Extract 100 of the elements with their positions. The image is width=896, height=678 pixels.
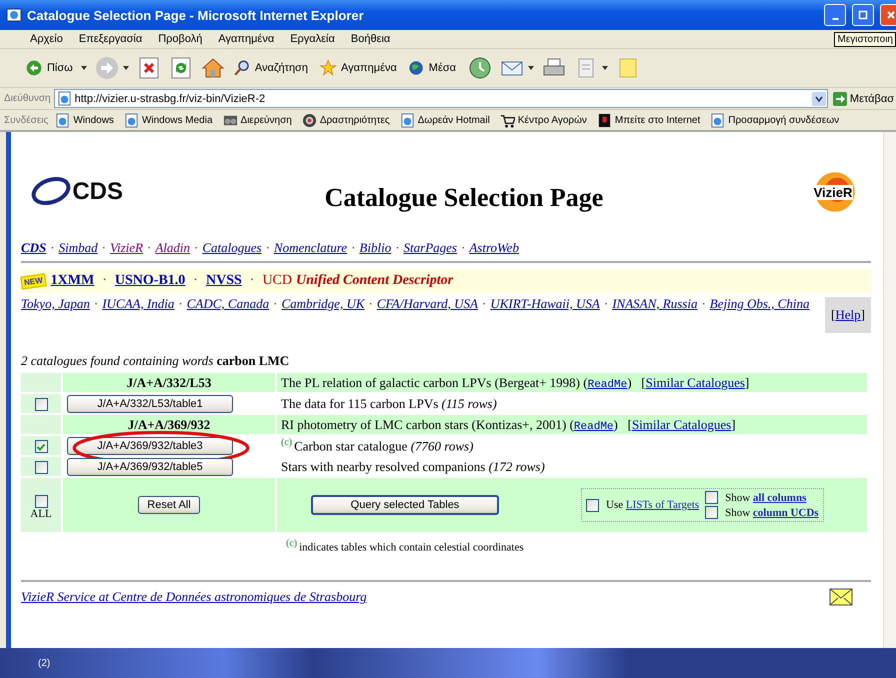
link-item[interactable]: Προσαρμογή συνδέσεων: [707, 112, 842, 128]
similar-link[interactable]: Similar Catalogues: [632, 416, 732, 432]
checkbox[interactable]: [705, 506, 718, 519]
option-label: Show all columns: [725, 492, 806, 504]
checkbox[interactable]: [34, 440, 48, 454]
nav-link[interactable]: CDS: [21, 240, 46, 256]
arrow-icon: [832, 92, 847, 106]
option-link[interactable]: LISTs of Targets: [626, 499, 700, 511]
minimize-button[interactable]: [824, 4, 846, 26]
toolbar-button[interactable]: Μέσα: [404, 56, 464, 80]
readme-link[interactable]: ReadMe: [588, 378, 628, 390]
nav-link[interactable]: Nomenclature: [274, 240, 348, 256]
minimize-icon: [832, 18, 838, 20]
help-link[interactable]: Help: [835, 307, 861, 322]
catalogue-link[interactable]: NVSS: [206, 273, 242, 289]
checkbox[interactable]: [34, 461, 48, 474]
nav-link[interactable]: Biblio: [359, 240, 392, 256]
flag-icon: [596, 112, 612, 128]
table-description: The data for 115 carbon LPVs (115 rows): [281, 396, 497, 410]
browser-icon: [6, 7, 22, 23]
mirror-link[interactable]: UKIRT-Hawaii, USA: [490, 296, 600, 311]
separator: ·: [194, 240, 198, 256]
close-icon: [886, 10, 896, 20]
nav-link[interactable]: Catalogues: [202, 240, 262, 256]
page-icon: [56, 91, 72, 106]
link-item[interactable]: Windows Media: [120, 112, 216, 128]
toolbar-button[interactable]: Αγαπημένα: [314, 56, 404, 80]
catalogue-link[interactable]: USNO-B1.0: [114, 273, 186, 289]
nav-link[interactable]: StarPages: [404, 240, 457, 256]
toolbar-button[interactable]: Αναζήτηση: [228, 56, 315, 80]
table-button[interactable]: J/A+A/369/932/table3: [67, 436, 233, 454]
table-description: Stars with nearby resolved companions (172 rows): [281, 458, 545, 474]
nav-link[interactable]: AstroWeb: [469, 240, 519, 256]
mirror-link[interactable]: Bejing Obs., China: [710, 296, 810, 311]
go-button[interactable]: Μετάβασ: [830, 92, 896, 106]
reset-button[interactable]: Reset All: [138, 496, 200, 514]
checkbox[interactable]: [34, 494, 48, 508]
similar-link[interactable]: Similar Catalogues: [646, 374, 745, 390]
clock-icon: [468, 56, 492, 80]
nav-link[interactable]: Aladin: [155, 240, 190, 256]
caret-icon[interactable]: [528, 66, 534, 70]
option-link[interactable]: all columns: [752, 492, 806, 504]
maximize-icon: [858, 10, 868, 20]
page-icon: [55, 112, 70, 128]
mirror-link[interactable]: CFA/Harvard, USA: [376, 296, 478, 311]
checkbox[interactable]: [34, 398, 48, 412]
menu-item[interactable]: Βοήθεια: [342, 33, 398, 45]
result-summary: 2 catalogues found containing words carbon LMC: [21, 353, 290, 370]
mirror-link[interactable]: CADC, Canada: [186, 296, 270, 311]
cart-icon: [500, 112, 515, 128]
query-button[interactable]: Query selected Tables: [311, 495, 499, 515]
toolbar-button[interactable]: Πίσω: [22, 56, 81, 80]
link-item[interactable]: Windows: [52, 112, 117, 128]
close-button[interactable]: [880, 4, 896, 26]
mirror-link[interactable]: INASAN, Russia: [612, 296, 698, 311]
link-item[interactable]: Κέντρο Αγορών: [496, 112, 590, 128]
mirror-link[interactable]: Cambridge, UK: [281, 296, 365, 311]
link-item[interactable]: Μπείτε στο Internet: [594, 112, 704, 128]
footer-link[interactable]: VizieR Service at Centre de Données astronomiques de Strasbourg: [21, 588, 367, 605]
caret-icon[interactable]: [122, 66, 129, 70]
status-text: (2): [38, 658, 50, 668]
catalogue-link[interactable]: 1XMM: [50, 273, 94, 289]
bracket-text: [: [831, 307, 836, 322]
catalogue-description: ) [: [627, 374, 646, 390]
all-label: ALL: [29, 508, 53, 520]
caret-icon[interactable]: [602, 66, 608, 70]
link-item[interactable]: Δωρεάν Hotmail: [396, 112, 493, 128]
scrollbar[interactable]: [883, 132, 896, 648]
menu-item[interactable]: Αρχείο: [22, 33, 71, 45]
links-label: Συνδέσεις: [4, 114, 48, 126]
mirror-link[interactable]: Tokyo, Japan: [21, 296, 90, 311]
maximize-button[interactable]: [852, 4, 874, 26]
link-item[interactable]: Δραστηριότητες: [298, 112, 393, 128]
nav-link[interactable]: Simbad: [58, 240, 98, 256]
address-field[interactable]: http://vizier.u-strasbg.fr/viz-bin/VizieR-2: [54, 89, 828, 108]
readme-link[interactable]: ReadMe: [574, 420, 614, 432]
separator: ·: [604, 296, 608, 311]
checkbox[interactable]: [705, 491, 718, 504]
nav-link[interactable]: VizieR: [110, 240, 143, 256]
link-item[interactable]: Διερεύνηση: [220, 112, 295, 128]
checkbox[interactable]: [586, 498, 599, 512]
option-link[interactable]: column UCDs: [752, 506, 819, 518]
separator: ·: [50, 240, 55, 256]
table-button[interactable]: J/A+A/369/932/table5: [67, 458, 233, 476]
table-button[interactable]: J/A+A/332/L53/table1: [67, 394, 233, 412]
caret-icon[interactable]: [80, 66, 87, 70]
separator: ·: [193, 273, 198, 289]
dropdown-icon[interactable]: [812, 92, 826, 106]
menu-item[interactable]: Αγαπημένα: [210, 33, 282, 45]
cds-logo: CDS: [31, 170, 123, 214]
mirror-link[interactable]: IUCAA, India: [102, 296, 174, 311]
menu-item[interactable]: Προβολή: [150, 33, 210, 45]
menu-item[interactable]: Εργαλεία: [282, 33, 343, 45]
coordinates-mark: (c): [281, 436, 292, 448]
house-icon: [200, 56, 225, 80]
separator: ·: [146, 240, 152, 256]
envelope-icon[interactable]: [829, 588, 853, 606]
separator: ·: [273, 296, 278, 311]
separator: ·: [395, 240, 400, 256]
menu-item[interactable]: Επεξεργασία: [70, 33, 150, 45]
